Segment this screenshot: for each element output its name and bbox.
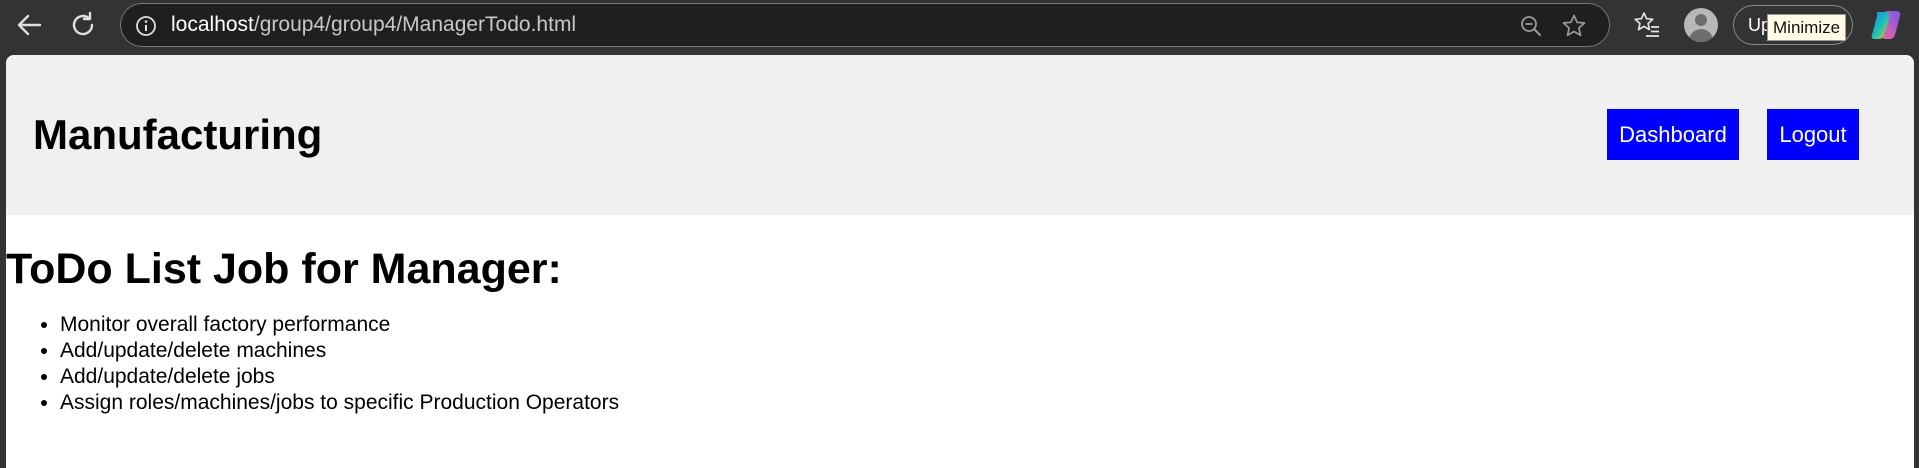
todo-item: Add/update/delete jobs (60, 364, 619, 390)
back-button[interactable] (12, 8, 46, 42)
reload-icon (72, 11, 94, 36)
profile-avatar[interactable] (1684, 8, 1718, 42)
avatar-body (1689, 29, 1713, 42)
todo-heading: ToDo List Job for Manager: (6, 245, 562, 293)
todo-list: Monitor overall factory performance Add/… (6, 312, 619, 416)
zoom-out-icon[interactable] (1519, 14, 1543, 38)
info-icon[interactable] (135, 15, 157, 37)
star-icon[interactable] (1561, 13, 1587, 39)
favorites-icon[interactable] (1632, 10, 1662, 40)
browser-toolbar: localhost/group4/group4/ManagerTodo.html… (0, 0, 1919, 50)
url-text[interactable]: localhost/group4/group4/ManagerTodo.html (171, 4, 576, 46)
dashboard-button[interactable]: Dashboard (1607, 109, 1739, 160)
todo-item: Monitor overall factory performance (60, 312, 619, 338)
page-viewport: Manufacturing Dashboard Logout ToDo List… (6, 55, 1914, 468)
copilot-icon[interactable] (1869, 8, 1903, 42)
site-header: Manufacturing Dashboard Logout (6, 55, 1914, 215)
avatar-head (1695, 14, 1707, 26)
back-icon (17, 14, 42, 36)
url-host: localhost (171, 13, 254, 36)
logout-button[interactable]: Logout (1767, 109, 1859, 160)
todo-item: Assign roles/machines/jobs to specific P… (60, 390, 619, 416)
minimize-tooltip: Minimize (1767, 14, 1847, 41)
address-bar[interactable]: localhost/group4/group4/ManagerTodo.html (120, 3, 1610, 47)
url-path: /group4/group4/ManagerTodo.html (253, 13, 577, 36)
reload-button[interactable] (66, 8, 100, 42)
site-title: Manufacturing (33, 111, 323, 158)
todo-item: Add/update/delete machines (60, 338, 619, 364)
